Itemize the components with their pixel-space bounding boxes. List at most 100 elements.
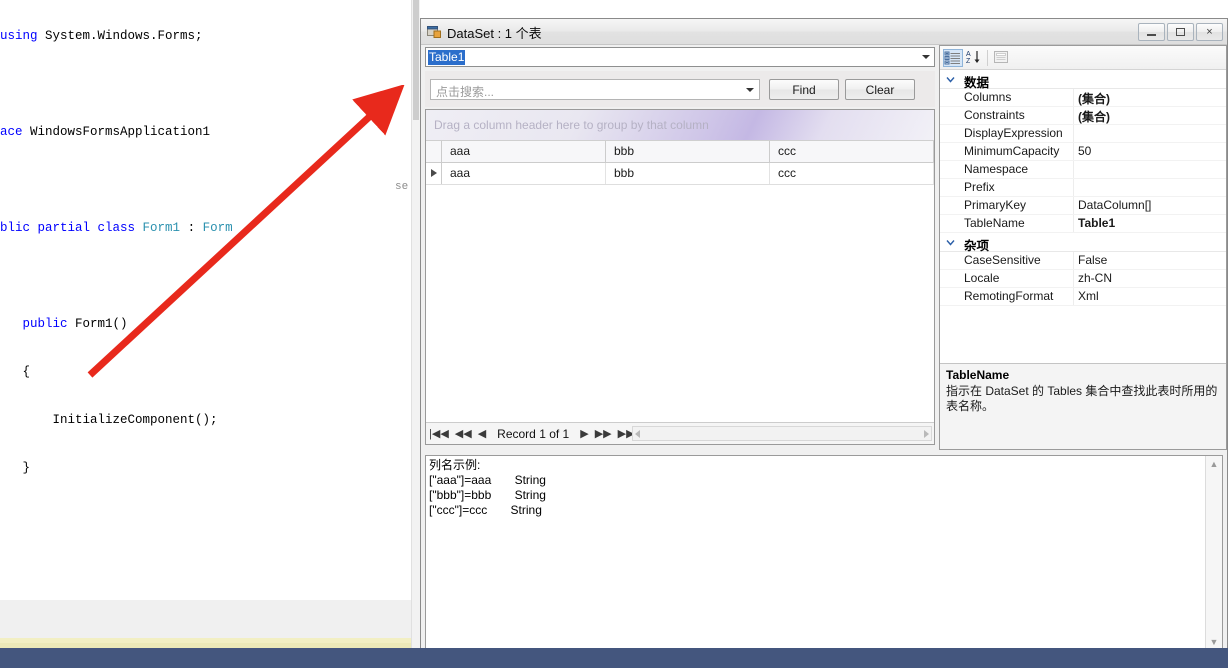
clipped-sender-text: se	[395, 181, 409, 193]
property-row-displayexpression[interactable]: DisplayExpression	[940, 125, 1226, 143]
property-name: Columns	[964, 90, 1012, 104]
scroll-up-icon[interactable]: ▲	[1206, 456, 1222, 472]
column-example-panel[interactable]: 列名示例: ["aaa"]=aaa String ["bbb"]=bbb Str…	[425, 455, 1223, 651]
property-name: TableName	[964, 216, 1025, 230]
nav-next-page-button[interactable]: ▶▶	[592, 424, 615, 444]
alphabetical-sort-icon[interactable]: A Z	[965, 49, 985, 67]
property-row-locale[interactable]: Locale zh-CN	[940, 270, 1226, 288]
chevron-down-icon[interactable]	[746, 88, 754, 92]
code-line: {	[0, 365, 31, 379]
scroll-right-icon[interactable]	[924, 430, 929, 438]
property-grid-toolbar: A Z	[940, 46, 1226, 70]
property-row-minimumcapacity[interactable]: MinimumCapacity 50	[940, 143, 1226, 161]
find-button[interactable]: Find	[769, 79, 839, 100]
property-name: Locale	[964, 271, 1000, 285]
scroll-left-icon[interactable]	[635, 430, 640, 438]
property-value[interactable]: False	[1078, 253, 1107, 267]
property-value[interactable]: Xml	[1078, 289, 1099, 303]
property-value[interactable]: zh-CN	[1078, 271, 1112, 285]
property-value[interactable]: (集合)	[1078, 90, 1110, 107]
property-pages-icon[interactable]	[992, 49, 1012, 67]
grid-column: Table1 点击搜索... Find Clear Drag a column …	[421, 45, 939, 450]
property-value[interactable]: Table1	[1078, 216, 1115, 230]
group-by-panel[interactable]: Drag a column header here to group by th…	[426, 110, 934, 141]
column-splitter[interactable]	[1073, 179, 1074, 196]
property-description-text: 指示在 DataSet 的 Tables 集合中查找此表时所用的表名称。	[946, 384, 1218, 413]
minimize-icon	[1147, 34, 1156, 36]
svg-text:A: A	[966, 51, 971, 58]
cell-aaa[interactable]: aaa	[442, 163, 606, 184]
column-splitter[interactable]	[1073, 161, 1074, 178]
column-splitter[interactable]	[1073, 143, 1074, 160]
property-list[interactable]: 数据 Columns (集合) Constraints (集合) Display…	[940, 70, 1226, 360]
property-row-remotingformat[interactable]: RemotingFormat Xml	[940, 288, 1226, 306]
categorized-view-icon[interactable]	[943, 49, 963, 67]
column-splitter[interactable]	[1073, 107, 1074, 124]
scrollbar-thumb[interactable]	[413, 0, 419, 120]
property-row-prefix[interactable]: Prefix	[940, 179, 1226, 197]
code-editor[interactable]: using System.Windows.Forms; ace WindowsF…	[0, 0, 420, 648]
property-name: Prefix	[964, 180, 995, 194]
chevron-down-icon[interactable]	[922, 55, 930, 59]
column-splitter[interactable]	[1073, 197, 1074, 214]
record-navigator: |◀◀ ◀◀ ◀ Record 1 of 1 ▶ ▶▶ ▶▶| + − ▲ ✓ …	[426, 422, 934, 444]
property-row-namespace[interactable]: Namespace	[940, 161, 1226, 179]
nav-prev-page-button[interactable]: ◀◀	[452, 424, 475, 444]
column-splitter[interactable]	[1073, 270, 1074, 287]
window-title-bar[interactable]: DataSet : 1 个表 ×	[421, 19, 1227, 45]
clear-button[interactable]: Clear	[845, 79, 915, 100]
column-header-bbb[interactable]: bbb	[606, 141, 770, 162]
property-value[interactable]: 50	[1078, 144, 1091, 158]
grid-horizontal-scrollbar[interactable]	[632, 426, 932, 441]
property-name: Namespace	[964, 162, 1029, 176]
minimize-button[interactable]	[1138, 23, 1165, 41]
data-grid[interactable]: Drag a column header here to group by th…	[425, 109, 935, 445]
table-selector-combobox[interactable]: Table1	[425, 47, 935, 67]
cell-ccc[interactable]: ccc	[770, 163, 934, 184]
column-splitter[interactable]	[1073, 288, 1074, 305]
property-row-primarykey[interactable]: PrimaryKey DataColumn[]	[940, 197, 1226, 215]
toolbar-separator	[987, 50, 988, 66]
record-position-label: Record 1 of 1	[497, 426, 570, 441]
svg-text:Z: Z	[966, 58, 971, 65]
close-button[interactable]: ×	[1196, 23, 1223, 41]
property-name: DisplayExpression	[964, 126, 1063, 140]
column-example-text: 列名示例: ["aaa"]=aaa String ["bbb"]=bbb Str…	[429, 458, 546, 517]
property-value[interactable]: DataColumn[]	[1078, 198, 1151, 212]
property-category-misc[interactable]: 杂项	[940, 233, 1226, 253]
code-line: InitializeComponent();	[0, 413, 218, 427]
code-line: public Form1()	[22, 317, 128, 331]
windows-taskbar[interactable]	[0, 648, 1228, 668]
chevron-down-icon	[946, 240, 955, 246]
nav-prev-button[interactable]: ◀	[475, 424, 489, 444]
property-name: RemotingFormat	[964, 289, 1054, 303]
property-row-constraints[interactable]: Constraints (集合)	[940, 107, 1226, 125]
column-splitter[interactable]	[1073, 215, 1074, 232]
row-indicator-cell	[426, 163, 442, 184]
column-splitter[interactable]	[1073, 89, 1074, 106]
property-value[interactable]: (集合)	[1078, 108, 1110, 125]
column-splitter[interactable]	[1073, 252, 1074, 269]
header-indicator-cell	[426, 141, 442, 162]
column-header-aaa[interactable]: aaa	[442, 141, 606, 162]
property-row-casesensitive[interactable]: CaseSensitive False	[940, 252, 1226, 270]
column-header-ccc[interactable]: ccc	[770, 141, 934, 162]
property-grid: A Z 数据 Columns (集合) Constraints (集合) Dis…	[939, 45, 1227, 450]
property-row-columns[interactable]: Columns (集合)	[940, 89, 1226, 107]
property-row-tablename[interactable]: TableName Table1	[940, 215, 1226, 233]
maximize-button[interactable]	[1167, 23, 1194, 41]
nav-next-button[interactable]: ▶	[577, 424, 591, 444]
property-description-panel: TableName 指示在 DataSet 的 Tables 集合中查找此表时所…	[940, 363, 1226, 449]
column-splitter[interactable]	[1073, 125, 1074, 142]
nav-first-button[interactable]: |◀◀	[426, 424, 452, 444]
cell-bbb[interactable]: bbb	[606, 163, 770, 184]
close-icon: ×	[1206, 25, 1213, 38]
search-input[interactable]: 点击搜索...	[430, 79, 760, 100]
bottom-panel-scrollbar[interactable]: ▲ ▼	[1205, 456, 1222, 650]
table-row[interactable]: aaa bbb ccc	[426, 163, 934, 185]
property-category-data[interactable]: 数据	[940, 70, 1226, 90]
current-row-arrow-icon	[431, 169, 437, 177]
editor-vertical-scrollbar[interactable]	[411, 0, 420, 648]
